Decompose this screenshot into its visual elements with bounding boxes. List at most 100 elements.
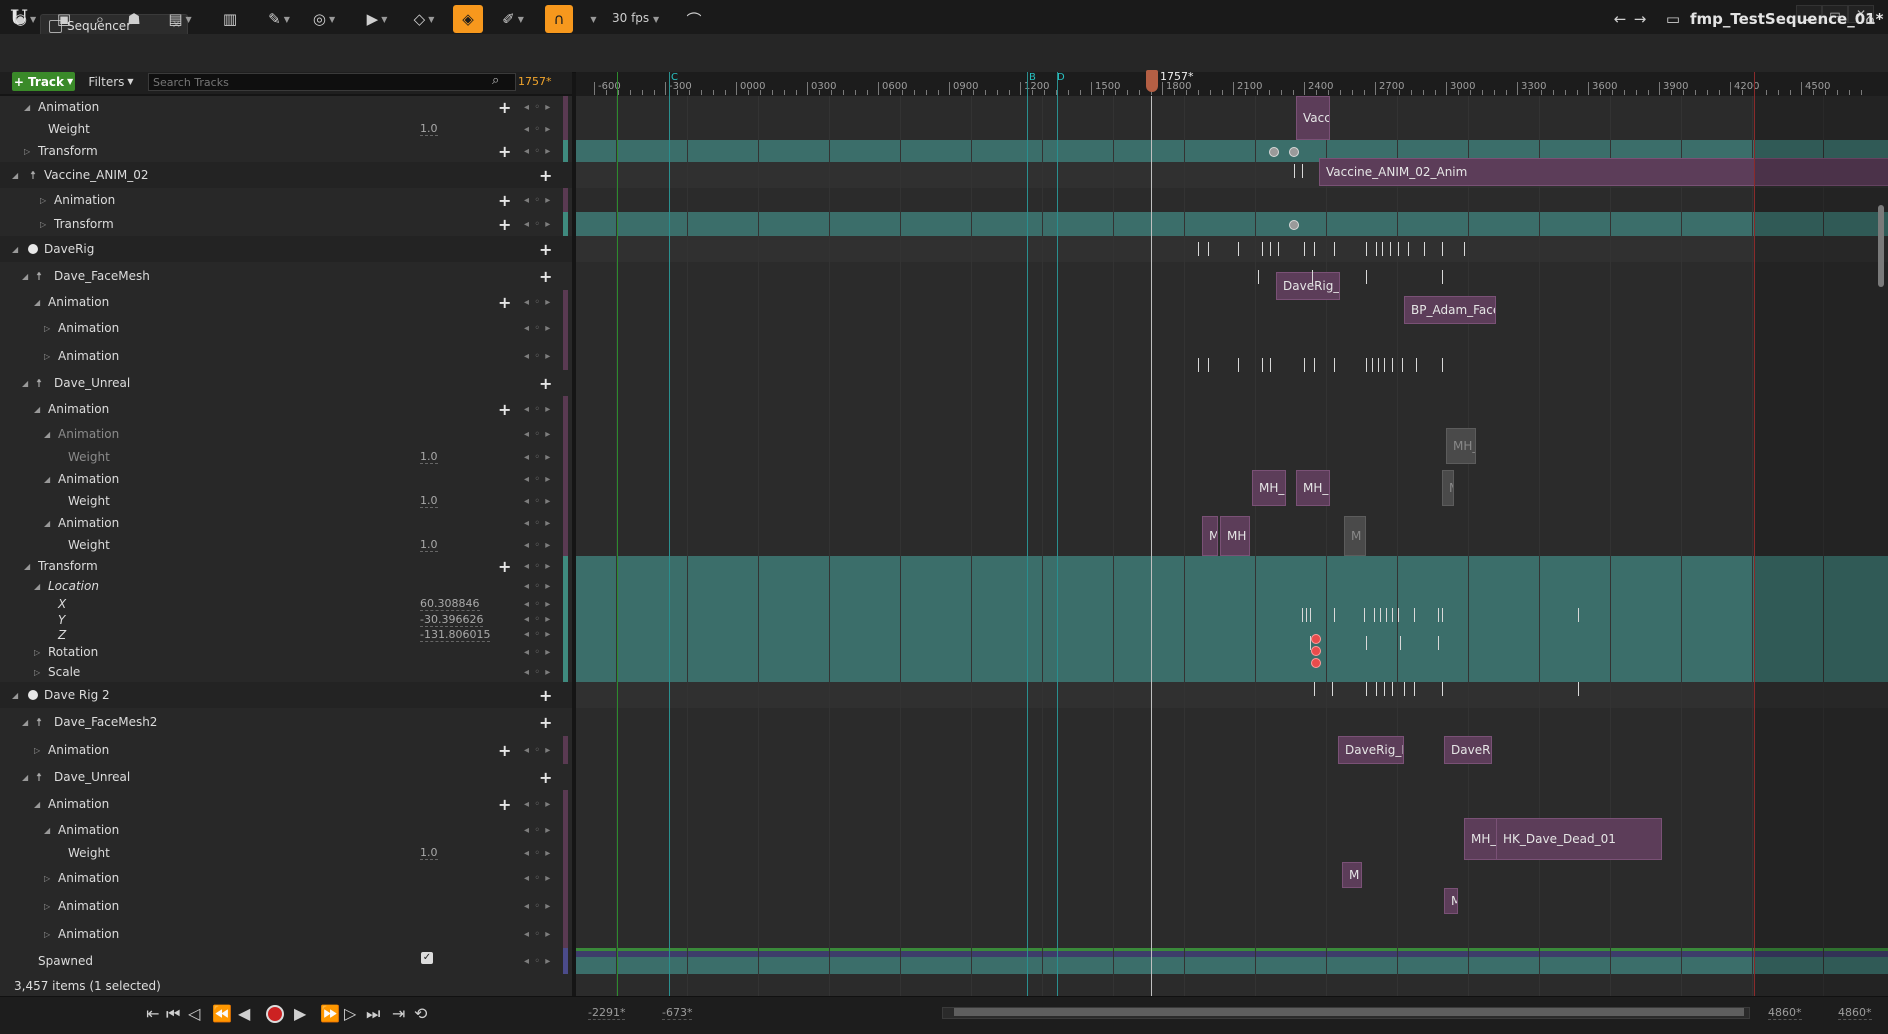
frame-rate-dropdown[interactable]: 30 fps ▼ bbox=[612, 11, 659, 25]
property-value-field[interactable]: -131.806015 bbox=[420, 628, 491, 642]
track-row-transform[interactable]: ▷ Transform + ◂ ◦ ▸ bbox=[0, 140, 572, 162]
track-row-dave-unreal[interactable]: ◢ ☨ Dave_Unreal + bbox=[0, 370, 572, 396]
track-row-vaccine-anim-02[interactable]: ◢ ☨ Vaccine_ANIM_02 + bbox=[0, 162, 572, 188]
actor-binding-button[interactable]: ☗ bbox=[120, 5, 148, 33]
keyframe-navigator[interactable]: ◂ ◦ ▸ bbox=[524, 124, 551, 135]
add-subtrack-button[interactable]: + bbox=[539, 713, 552, 732]
track-row-animation[interactable]: ◢ Animation ◂ ◦ ▸ bbox=[0, 468, 572, 490]
animation-section-clip[interactable]: M bbox=[1444, 888, 1458, 914]
keyframe-navigator[interactable]: ◂ ◦ ▸ bbox=[524, 195, 551, 206]
track-row-spawned[interactable]: Spawned ✓ ◂ ◦ ▸ bbox=[0, 948, 572, 974]
track-row-rotation[interactable]: ▷ Rotation ◂ ◦ ▸ bbox=[0, 642, 572, 662]
key-tick[interactable] bbox=[1314, 242, 1315, 256]
key-tick[interactable] bbox=[1438, 636, 1439, 650]
key-tick[interactable] bbox=[1332, 682, 1333, 696]
key-tick[interactable] bbox=[1306, 608, 1307, 622]
key-tick[interactable] bbox=[1198, 242, 1199, 256]
keyframe-navigator[interactable]: ◂ ◦ ▸ bbox=[524, 540, 551, 551]
key-tick[interactable] bbox=[1398, 608, 1399, 622]
key-tick[interactable] bbox=[1208, 242, 1209, 256]
track-row-weight[interactable]: Weight 1.0 ◂ ◦ ▸ bbox=[0, 490, 572, 512]
animation-section-clip[interactable]: M bbox=[1442, 470, 1454, 506]
key-tick[interactable] bbox=[1414, 682, 1415, 696]
track-row-animation[interactable]: ▷ Animation ◂ ◦ ▸ bbox=[0, 342, 572, 370]
track-row-animation[interactable]: ▷ Animation + ◂ ◦ ▸ bbox=[0, 188, 572, 212]
keyframe-navigator[interactable]: ◂ ◦ ▸ bbox=[524, 429, 551, 440]
key-tick[interactable] bbox=[1366, 242, 1367, 256]
playback-end-line[interactable] bbox=[1754, 72, 1755, 996]
key-tick[interactable] bbox=[1392, 358, 1393, 372]
keyframe-navigator[interactable]: ◂ ◦ ▸ bbox=[524, 599, 551, 610]
keyframe-navigator[interactable]: ◂ ◦ ▸ bbox=[524, 518, 551, 529]
key-tick[interactable] bbox=[1278, 242, 1279, 256]
track-row-animation[interactable]: ▷ Animation ◂ ◦ ▸ bbox=[0, 920, 572, 948]
property-value-field[interactable]: -30.396626 bbox=[420, 613, 484, 627]
key-tick[interactable] bbox=[1366, 358, 1367, 372]
collapse-arrow-icon[interactable]: ◢ bbox=[12, 245, 18, 254]
add-subtrack-button[interactable]: + bbox=[539, 374, 552, 393]
property-value-field[interactable]: 1.0 bbox=[420, 450, 438, 464]
track-row-animation[interactable]: ◢ Animation ◂ ◦ ▸ bbox=[0, 422, 572, 446]
track-row-animation[interactable]: ▷ Animation ◂ ◦ ▸ bbox=[0, 864, 572, 892]
keyframe-navigator[interactable]: ◂ ◦ ▸ bbox=[524, 647, 551, 658]
animation-section-clip[interactable]: DaveR bbox=[1444, 736, 1492, 764]
key-tick[interactable] bbox=[1366, 636, 1367, 650]
collapse-arrow-icon[interactable]: ◢ bbox=[12, 691, 18, 700]
key-tick[interactable] bbox=[1464, 242, 1465, 256]
key-tick[interactable] bbox=[1578, 682, 1579, 696]
add-subtrack-button[interactable]: + bbox=[498, 191, 511, 210]
key-tick[interactable] bbox=[1402, 358, 1403, 372]
keyframe-dot[interactable] bbox=[1311, 646, 1321, 656]
keyframe-navigator[interactable]: ◂ ◦ ▸ bbox=[524, 404, 551, 415]
keyframe-dot[interactable] bbox=[1289, 147, 1299, 157]
spawned-checkbox[interactable]: ✓ bbox=[421, 952, 433, 964]
key-tick[interactable] bbox=[1414, 608, 1415, 622]
track-row-dave-facemesh2[interactable]: ◢ ☨ Dave_FaceMesh2 + bbox=[0, 708, 572, 736]
previous-key-button[interactable]: ⏮ bbox=[166, 1004, 180, 1024]
key-tick[interactable] bbox=[1270, 358, 1271, 372]
track-row-dave-unreal[interactable]: ◢ ☨ Dave_Unreal + bbox=[0, 764, 572, 790]
key-options-button[interactable]: ◇ ▼ bbox=[406, 5, 442, 33]
track-row-animation[interactable]: ◢ Animation + ◂ ◦ ▸ bbox=[0, 96, 572, 118]
add-subtrack-button[interactable]: + bbox=[498, 795, 511, 814]
property-value-field[interactable]: 1.0 bbox=[420, 122, 438, 136]
animation-section-clip[interactable]: M bbox=[1344, 516, 1366, 556]
track-row-y[interactable]: Y -30.396626 ◂ ◦ ▸ bbox=[0, 612, 572, 627]
add-subtrack-button[interactable]: + bbox=[498, 98, 511, 117]
key-tick[interactable] bbox=[1386, 608, 1387, 622]
keyframe-navigator[interactable]: ◂ ◦ ▸ bbox=[524, 323, 551, 334]
keyframe-navigator[interactable]: ◂ ◦ ▸ bbox=[524, 873, 551, 884]
key-tick[interactable] bbox=[1380, 608, 1381, 622]
expand-arrow-icon[interactable]: ▷ bbox=[40, 220, 46, 229]
playback-end-field[interactable]: 4860* bbox=[1768, 1006, 1802, 1020]
key-tick[interactable] bbox=[1424, 242, 1425, 256]
key-tick[interactable] bbox=[1408, 242, 1409, 256]
key-tick[interactable] bbox=[1384, 358, 1385, 372]
keyframe-dot[interactable] bbox=[1311, 634, 1321, 644]
sequence-browse-button[interactable]: ▭ bbox=[1662, 5, 1684, 33]
snap-options-dropdown[interactable]: ▼ bbox=[582, 5, 602, 33]
next-key-button[interactable]: ⏭ bbox=[366, 1004, 380, 1024]
key-tick[interactable] bbox=[1400, 636, 1401, 650]
key-tick[interactable] bbox=[1310, 608, 1311, 622]
add-subtrack-button[interactable]: + bbox=[539, 166, 552, 185]
key-tick[interactable] bbox=[1238, 358, 1239, 372]
animation-section-clip[interactable]: MH_ bbox=[1252, 470, 1286, 506]
keyframe-navigator[interactable]: ◂ ◦ ▸ bbox=[524, 901, 551, 912]
current-time-readout[interactable]: 1757* bbox=[518, 75, 552, 88]
expand-arrow-icon[interactable]: ▷ bbox=[44, 324, 50, 333]
key-tick[interactable] bbox=[1312, 270, 1313, 284]
keyframe-navigator[interactable]: ◂ ◦ ▸ bbox=[524, 474, 551, 485]
expand-arrow-icon[interactable]: ▷ bbox=[44, 352, 50, 361]
collapse-arrow-icon[interactable]: ◢ bbox=[22, 379, 28, 388]
collapse-arrow-icon[interactable]: ◢ bbox=[44, 519, 50, 528]
key-tick[interactable] bbox=[1442, 608, 1443, 622]
key-tick[interactable] bbox=[1374, 608, 1375, 622]
add-subtrack-button[interactable]: + bbox=[498, 400, 511, 419]
track-row-scale[interactable]: ▷ Scale ◂ ◦ ▸ bbox=[0, 662, 572, 682]
animation-section-clip[interactable]: M bbox=[1202, 516, 1218, 556]
collapse-arrow-icon[interactable]: ◢ bbox=[22, 773, 28, 782]
key-tick[interactable] bbox=[1366, 682, 1367, 696]
edit-mode-button[interactable]: ✐ ▼ bbox=[496, 5, 530, 33]
time-ruler[interactable]: -600 -300 0000 0300 0600 0900 1200 1500 1800 2100… bbox=[576, 72, 1888, 97]
